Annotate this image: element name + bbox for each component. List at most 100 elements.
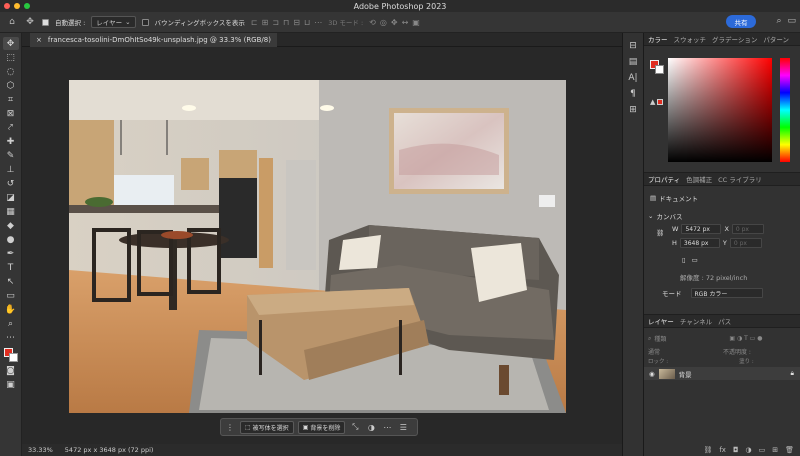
- workspace-icon[interactable]: ▭: [787, 16, 796, 26]
- align-center-icon[interactable]: ⊞: [262, 18, 269, 27]
- type-tool-icon[interactable]: T: [3, 261, 19, 274]
- home-icon[interactable]: ⌂: [6, 16, 18, 28]
- portrait-icon[interactable]: ▯: [682, 256, 686, 264]
- eye-icon[interactable]: ◉: [649, 370, 655, 378]
- remove-bg-button[interactable]: ▣ 背景を削除: [297, 420, 346, 434]
- tab-paths[interactable]: パス: [718, 316, 731, 326]
- dodge-tool-icon[interactable]: ●: [3, 233, 19, 246]
- marquee-tool-icon[interactable]: ⬚: [3, 51, 19, 64]
- paragraph-icon[interactable]: ¶: [630, 89, 636, 99]
- screen-mode-icon[interactable]: ▣: [3, 378, 19, 391]
- drag-handle-icon[interactable]: ⋮: [224, 423, 236, 432]
- filter-icons[interactable]: ▣ ◑ T ▭ ●: [729, 335, 762, 342]
- history-icon[interactable]: ⊟: [629, 41, 637, 51]
- align-middle-icon[interactable]: ⊟: [293, 18, 300, 27]
- document-tab[interactable]: × francesca-tosolini-DmOhItSo49k-unsplas…: [30, 33, 277, 47]
- align-bottom-icon[interactable]: ⊔: [304, 18, 310, 27]
- landscape-icon[interactable]: ▭: [692, 256, 698, 264]
- brush-tool-icon[interactable]: ✎: [3, 149, 19, 162]
- eraser-icon[interactable]: ◪: [3, 191, 19, 204]
- doc-info[interactable]: 5472 px x 3648 px (72 ppi): [65, 446, 154, 454]
- object-select-icon[interactable]: ⬡: [3, 79, 19, 92]
- tab-libraries[interactable]: CC ライブラリ: [718, 174, 762, 184]
- align-top-icon[interactable]: ⊓: [283, 18, 289, 27]
- x-field[interactable]: 0 px: [731, 224, 764, 234]
- timeline-icon[interactable]: ⊞: [629, 105, 637, 115]
- layer-row[interactable]: ◉ 背景 🔒︎: [644, 367, 800, 380]
- link-wh[interactable]: ⛓: [656, 229, 664, 237]
- align-left-icon[interactable]: ⊏: [251, 18, 258, 27]
- adjustment-layer-icon[interactable]: ◑: [746, 446, 752, 454]
- comments-icon[interactable]: ▤: [629, 57, 638, 67]
- tab-adjustments[interactable]: 色調補正: [686, 174, 712, 184]
- new-layer-icon[interactable]: ⊞: [772, 446, 778, 454]
- tab-swatches[interactable]: スウォッチ: [674, 34, 707, 44]
- blur-tool-icon[interactable]: ◆: [3, 219, 19, 232]
- zoom-tool-icon[interactable]: ⌕: [3, 317, 19, 330]
- tab-pattern[interactable]: パターン: [763, 34, 789, 44]
- background-swatch[interactable]: [655, 65, 664, 74]
- height-field[interactable]: 3648 px: [679, 238, 720, 248]
- background-color[interactable]: [8, 353, 18, 362]
- mask-icon[interactable]: ◘: [733, 446, 739, 454]
- stamp-tool-icon[interactable]: ⊥: [3, 163, 19, 176]
- settings-sliders-icon[interactable]: ☰: [397, 423, 409, 432]
- layer-select-dropdown[interactable]: レイヤー ⌄: [91, 16, 136, 28]
- link-layers-icon[interactable]: ⛓: [703, 446, 712, 454]
- group-icon[interactable]: ▭: [759, 446, 766, 454]
- align-icons[interactable]: ⊏ ⊞ ⊐ ⊓ ⊟ ⊔ ⋯: [251, 18, 322, 27]
- color-panel-swatch[interactable]: [650, 60, 664, 74]
- layer-kind-filter[interactable]: 種類: [654, 334, 666, 343]
- share-button[interactable]: 共有: [726, 15, 756, 28]
- quick-mask-icon[interactable]: ◙: [3, 364, 19, 377]
- move-tool-icon[interactable]: ✥: [24, 16, 36, 28]
- auto-select-checkbox[interactable]: [42, 18, 49, 26]
- canvas-row[interactable]: ⌄ カンバス: [648, 211, 682, 221]
- trash-icon[interactable]: 🗑︎: [785, 446, 794, 454]
- tab-gradient[interactable]: グラデーション: [712, 34, 757, 44]
- maximize-window-icon[interactable]: [24, 3, 30, 9]
- align-right-icon[interactable]: ⊐: [272, 18, 279, 27]
- tab-layers[interactable]: レイヤー: [648, 316, 674, 326]
- y-field[interactable]: 0 px: [729, 238, 762, 248]
- more-tools-icon[interactable]: ⋯: [3, 331, 19, 344]
- close-window-icon[interactable]: [4, 3, 10, 9]
- color-swatches[interactable]: [3, 347, 19, 363]
- close-tab-icon[interactable]: ×: [36, 36, 42, 44]
- zoom-level[interactable]: 33.33%: [28, 446, 53, 454]
- fx-icon[interactable]: fx: [719, 446, 726, 454]
- eyedropper-icon[interactable]: ⤤: [3, 121, 19, 134]
- pen-tool-icon[interactable]: ✒: [3, 247, 19, 260]
- window-controls[interactable]: [4, 3, 30, 9]
- mode-dropdown[interactable]: RGB カラー: [690, 288, 763, 298]
- shape-tool-icon[interactable]: ▭: [3, 289, 19, 302]
- healing-brush-icon[interactable]: ✚: [3, 135, 19, 148]
- tab-properties[interactable]: プロパティ: [648, 174, 680, 184]
- canvas-area[interactable]: ⋮ ⬚ 被写体を選択 ▣ 背景を削除 ⤡ ◑ ⋯ ☰: [22, 47, 622, 444]
- lock-icon[interactable]: 🔒︎: [791, 369, 794, 378]
- link-icon[interactable]: ⛓: [656, 229, 664, 237]
- history-brush-icon[interactable]: ↺: [3, 177, 19, 190]
- adjustment-icon[interactable]: ◑: [365, 423, 377, 432]
- frame-tool-icon[interactable]: ⊠: [3, 107, 19, 120]
- distribute-icon[interactable]: ⋯: [314, 18, 322, 27]
- width-field[interactable]: 5472 px: [681, 224, 722, 234]
- hue-slider[interactable]: [780, 58, 790, 162]
- gamut-warning[interactable]: ▲: [650, 98, 664, 106]
- search-icon[interactable]: ⌕: [776, 16, 781, 26]
- lasso-tool-icon[interactable]: ◌: [3, 65, 19, 78]
- chevron-down-icon[interactable]: ⌄: [648, 212, 653, 220]
- bbox-checkbox[interactable]: [141, 18, 149, 26]
- move-tool-icon[interactable]: ✥: [2, 37, 19, 50]
- crop-tool-icon[interactable]: ⌗: [3, 93, 19, 106]
- document-image[interactable]: [69, 80, 566, 413]
- transform-icon[interactable]: ⤡: [349, 422, 361, 432]
- layer-filter-row[interactable]: ⌕ 種類 ▣ ◑ T ▭ ●: [648, 333, 763, 344]
- hand-tool-icon[interactable]: ✋: [3, 303, 19, 316]
- minimize-window-icon[interactable]: [14, 3, 20, 9]
- character-icon[interactable]: A|: [628, 73, 637, 83]
- more-options-icon[interactable]: ⋯: [381, 423, 393, 432]
- tab-color[interactable]: カラー: [648, 34, 668, 44]
- select-subject-button[interactable]: ⬚ 被写体を選択: [240, 420, 294, 434]
- tab-channels[interactable]: チャンネル: [680, 316, 712, 326]
